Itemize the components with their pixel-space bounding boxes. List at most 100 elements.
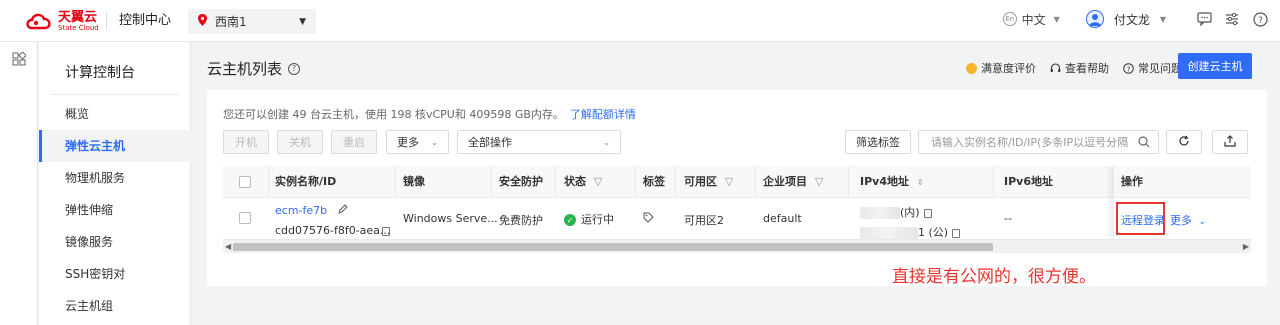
- question-circle-icon: ?: [1123, 62, 1134, 74]
- logo[interactable]: 天翼云 State Cloud: [24, 10, 99, 32]
- page-title: 云主机列表 ?: [207, 58, 301, 79]
- sidebar-item-image-service[interactable]: 镜像服务: [39, 226, 191, 258]
- language-icon: En: [1002, 12, 1017, 26]
- sidebar-item-overview[interactable]: 概览: [39, 98, 191, 130]
- avatar: [1085, 10, 1104, 28]
- location-pin-icon: [198, 14, 207, 29]
- question-icon[interactable]: ?: [288, 62, 301, 75]
- instance-id: cdd07576-f8f0-aea...: [275, 224, 391, 237]
- product-rail: [0, 42, 38, 325]
- highlight-box: [1116, 202, 1165, 235]
- col-zone-label: 可用区: [684, 175, 717, 188]
- console-title[interactable]: 控制中心: [106, 12, 171, 30]
- search-input[interactable]: 请输入实例名称/ID/IP(多条IP以逗号分隔: [918, 130, 1159, 154]
- copy-icon[interactable]: [378, 224, 390, 237]
- refresh-icon: [1178, 135, 1190, 150]
- region-label: 西南1: [215, 15, 247, 29]
- user-name: 付文龙: [1113, 12, 1150, 27]
- copy-icon[interactable]: [923, 208, 932, 218]
- scrollbar-thumb[interactable]: [233, 243, 993, 251]
- col-image: 镜像: [403, 175, 425, 188]
- search-icon[interactable]: [1138, 136, 1150, 148]
- export-button[interactable]: [1212, 130, 1248, 154]
- svg-text:?: ?: [1258, 16, 1263, 26]
- sidebar-item-auto-scaling[interactable]: 弹性伸缩: [39, 194, 191, 226]
- ipv4-public-suffix: 1 (公): [918, 226, 949, 239]
- sidebar: 计算控制台 概览 弹性云主机 物理机服务 弹性伸缩 镜像服务 SSH密钥对 云主…: [39, 42, 191, 325]
- scroll-left-icon[interactable]: ◀: [225, 242, 231, 251]
- user-menu[interactable]: 付文龙 ▼: [1085, 10, 1166, 28]
- row-checkbox[interactable]: [239, 212, 251, 224]
- help-link[interactable]: 查看帮助: [1050, 60, 1109, 76]
- more-dropdown[interactable]: 更多 ⌄: [386, 130, 449, 154]
- product-grid-icon[interactable]: [12, 51, 27, 66]
- col-status[interactable]: 状态 ▽: [564, 166, 602, 198]
- edit-icon[interactable]: [338, 204, 348, 217]
- row-more-dropdown[interactable]: 更多 ⌄: [1170, 212, 1206, 228]
- message-icon[interactable]: [1196, 11, 1212, 27]
- caret-down-icon: ▼: [1053, 14, 1060, 24]
- more-label: 更多: [397, 136, 419, 149]
- language-label: 中文: [1021, 12, 1046, 27]
- all-operations-dropdown[interactable]: 全部操作 ⌄: [457, 130, 621, 154]
- chevron-down-icon: ⌄: [431, 137, 438, 147]
- quota-text: 您还可以创建 49 台云主机，使用 198 核vCPU和 409598 GB内存…: [223, 108, 564, 121]
- refresh-button[interactable]: [1166, 130, 1202, 154]
- faq-link[interactable]: ? 常见问题: [1123, 60, 1182, 76]
- sidebar-item-bare-metal[interactable]: 物理机服务: [39, 162, 191, 194]
- filter-icon[interactable]: ▽: [815, 175, 823, 188]
- region-selector[interactable]: 西南1 ▼: [188, 9, 316, 34]
- settings-sliders-icon[interactable]: [1224, 11, 1240, 27]
- smile-icon: [966, 62, 977, 74]
- sidebar-item-ecs[interactable]: 弹性云主机: [39, 130, 191, 162]
- redacted-ip: [860, 227, 918, 239]
- col-project-label: 企业项目: [763, 175, 807, 188]
- row-more-label: 更多: [1170, 214, 1192, 227]
- power-on-button[interactable]: 开机: [223, 130, 269, 154]
- power-off-button[interactable]: 关机: [277, 130, 323, 154]
- project-value: default: [763, 212, 802, 225]
- ipv4-internal: (内): [860, 204, 932, 220]
- page-title-text: 云主机列表: [207, 60, 283, 78]
- tag-icon[interactable]: [643, 212, 654, 226]
- horizontal-scrollbar[interactable]: ◀ ▶: [223, 239, 1251, 253]
- filter-icon[interactable]: ▽: [594, 175, 602, 188]
- sidebar-item-ssh-keys[interactable]: SSH密钥对: [39, 258, 191, 290]
- scroll-right-icon[interactable]: ▶: [1243, 242, 1249, 251]
- svg-text:?: ?: [1127, 65, 1131, 73]
- chevron-down-icon: ⌄: [603, 137, 610, 147]
- sort-icon[interactable]: ⇕: [917, 178, 924, 187]
- create-ecs-button[interactable]: 创建云主机: [1178, 53, 1252, 79]
- filter-icon[interactable]: ▽: [725, 175, 733, 188]
- ipv6-value: --: [1004, 212, 1012, 225]
- select-all-checkbox[interactable]: [239, 176, 251, 188]
- col-ipv4[interactable]: IPv4地址 ⇕: [860, 166, 924, 198]
- col-project[interactable]: 企业项目 ▽: [763, 166, 823, 198]
- col-tags: 标签: [643, 175, 665, 188]
- status-label: 运行中: [581, 213, 614, 226]
- col-instance-name[interactable]: 实例名称/ID: [275, 166, 336, 198]
- caret-down-icon: ▼: [1159, 14, 1166, 24]
- ecs-list-card: 您还可以创建 49 台云主机，使用 198 核vCPU和 409598 GB内存…: [207, 90, 1267, 286]
- faq-label: 常见问题: [1138, 62, 1182, 75]
- copy-icon[interactable]: [952, 228, 961, 238]
- help-icon[interactable]: ?: [1252, 11, 1268, 27]
- headset-icon: [1050, 62, 1061, 74]
- filter-tags-button[interactable]: 筛选标签: [845, 130, 911, 154]
- all-operations-label: 全部操作: [468, 136, 512, 149]
- quota-details-link[interactable]: 了解配额详情: [570, 108, 636, 121]
- col-status-label: 状态: [564, 175, 586, 188]
- top-bar: 天翼云 State Cloud 控制中心 西南1 ▼ En 中文 ▼ 付文龙 ▼: [0, 0, 1280, 42]
- col-zone[interactable]: 可用区 ▽: [684, 166, 733, 198]
- sidebar-item-server-group[interactable]: 云主机组: [39, 290, 191, 322]
- col-operations: 操作: [1121, 175, 1143, 188]
- annotation-text: 直接是有公网的，很方便。: [892, 267, 1096, 287]
- col-protection: 安全防护: [499, 175, 543, 188]
- satisfaction-link[interactable]: 满意度评价: [966, 60, 1036, 76]
- restart-button[interactable]: 重启: [331, 130, 377, 154]
- ipv4-internal-suffix: (内): [900, 206, 920, 219]
- language-selector[interactable]: En 中文 ▼: [1002, 11, 1060, 28]
- check-circle-icon: ✓: [564, 214, 576, 226]
- instance-name-link[interactable]: ecm-fe7b: [275, 204, 327, 217]
- logo-subtext: State Cloud: [58, 23, 99, 32]
